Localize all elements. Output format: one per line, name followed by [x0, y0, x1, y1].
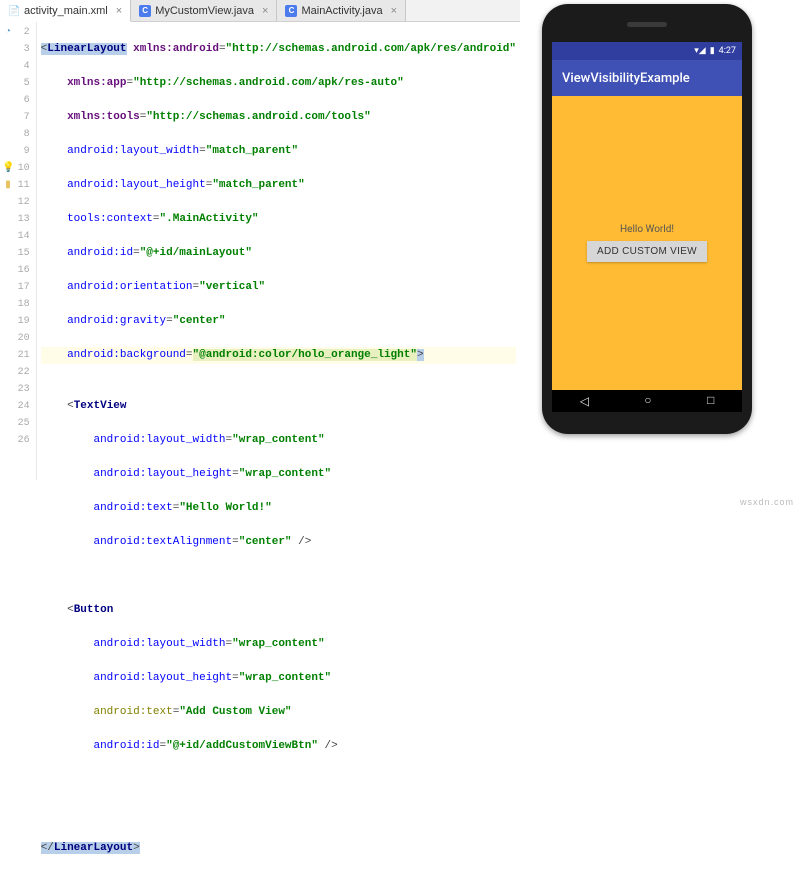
- emulator-device-frame: ▾◢ ▮ 4:27 ViewVisibilityExample Hello Wo…: [542, 4, 752, 434]
- ide-pane: activity_main.xml × C MyCustomView.java …: [0, 0, 520, 480]
- line-number: 7: [24, 112, 30, 123]
- tab-mycustomview-java[interactable]: C MyCustomView.java ×: [131, 0, 277, 21]
- line-number: 14: [18, 231, 30, 242]
- gutter: ◔2 3 4 5 6 7 8 9 💡10 ▮11 12 13 14 15 16 …: [0, 22, 37, 480]
- warning-icon: ▮: [2, 177, 14, 194]
- recents-button-icon[interactable]: □: [707, 394, 714, 408]
- line-number: 23: [18, 384, 30, 395]
- battery-icon: ▮: [710, 46, 715, 56]
- java-file-icon: C: [285, 5, 297, 17]
- status-time: 4:27: [719, 46, 736, 56]
- tab-label: MainActivity.java: [301, 5, 382, 17]
- line-number: 22: [18, 367, 30, 378]
- add-custom-view-button[interactable]: ADD CUSTOM VIEW: [587, 241, 707, 262]
- watermark: wsxdn.com: [740, 497, 794, 507]
- line-number: 19: [18, 316, 30, 327]
- editor-tabbar: activity_main.xml × C MyCustomView.java …: [0, 0, 520, 22]
- tab-label: activity_main.xml: [24, 5, 108, 17]
- lightbulb-icon[interactable]: 💡: [2, 160, 14, 177]
- line-number: 4: [24, 61, 30, 72]
- tab-label: MyCustomView.java: [155, 5, 254, 17]
- line-number: 8: [24, 129, 30, 140]
- hello-text: Hello World!: [620, 224, 674, 235]
- tab-activity-main-xml[interactable]: activity_main.xml ×: [0, 0, 131, 22]
- emulator-screen[interactable]: ▾◢ ▮ 4:27 ViewVisibilityExample Hello Wo…: [552, 42, 742, 390]
- line-number: 16: [18, 265, 30, 276]
- line-number: 11: [18, 180, 30, 191]
- line-number: 12: [18, 197, 30, 208]
- close-icon[interactable]: ×: [116, 5, 122, 17]
- xml-file-icon: [8, 5, 20, 17]
- android-statusbar: ▾◢ ▮ 4:27: [552, 42, 742, 60]
- line-number: 5: [24, 78, 30, 89]
- signal-icon: ▾◢: [694, 46, 705, 56]
- line-number: 13: [18, 214, 30, 225]
- android-navbar: ◁ ○ □: [552, 390, 742, 412]
- line-number: 18: [18, 299, 30, 310]
- line-number: 2: [24, 27, 30, 38]
- app-title: ViewVisibilityExample: [562, 71, 690, 86]
- line-number: 10: [18, 163, 30, 174]
- line-number: 3: [24, 44, 30, 55]
- line-number: 6: [24, 95, 30, 106]
- phone-speaker: [627, 22, 667, 27]
- line-number: 26: [18, 435, 30, 446]
- line-number: 17: [18, 282, 30, 293]
- line-number: 20: [18, 333, 30, 344]
- line-number: 9: [24, 146, 30, 157]
- back-button-icon[interactable]: ◁: [580, 394, 589, 409]
- home-button-icon[interactable]: ○: [644, 394, 651, 408]
- app-content: Hello World! ADD CUSTOM VIEW: [552, 96, 742, 390]
- line-number: 21: [18, 350, 30, 361]
- code-area[interactable]: <LinearLayout xmlns:android="http://sche…: [37, 22, 520, 480]
- line-number: 25: [18, 418, 30, 429]
- code-editor[interactable]: ◔2 3 4 5 6 7 8 9 💡10 ▮11 12 13 14 15 16 …: [0, 22, 520, 480]
- app-toolbar: ViewVisibilityExample: [552, 60, 742, 96]
- close-icon[interactable]: ×: [391, 5, 397, 17]
- line-number: 15: [18, 248, 30, 259]
- java-file-icon: C: [139, 5, 151, 17]
- close-icon[interactable]: ×: [262, 5, 268, 17]
- line-number: 24: [18, 401, 30, 412]
- tab-mainactivity-java[interactable]: C MainActivity.java ×: [277, 0, 406, 21]
